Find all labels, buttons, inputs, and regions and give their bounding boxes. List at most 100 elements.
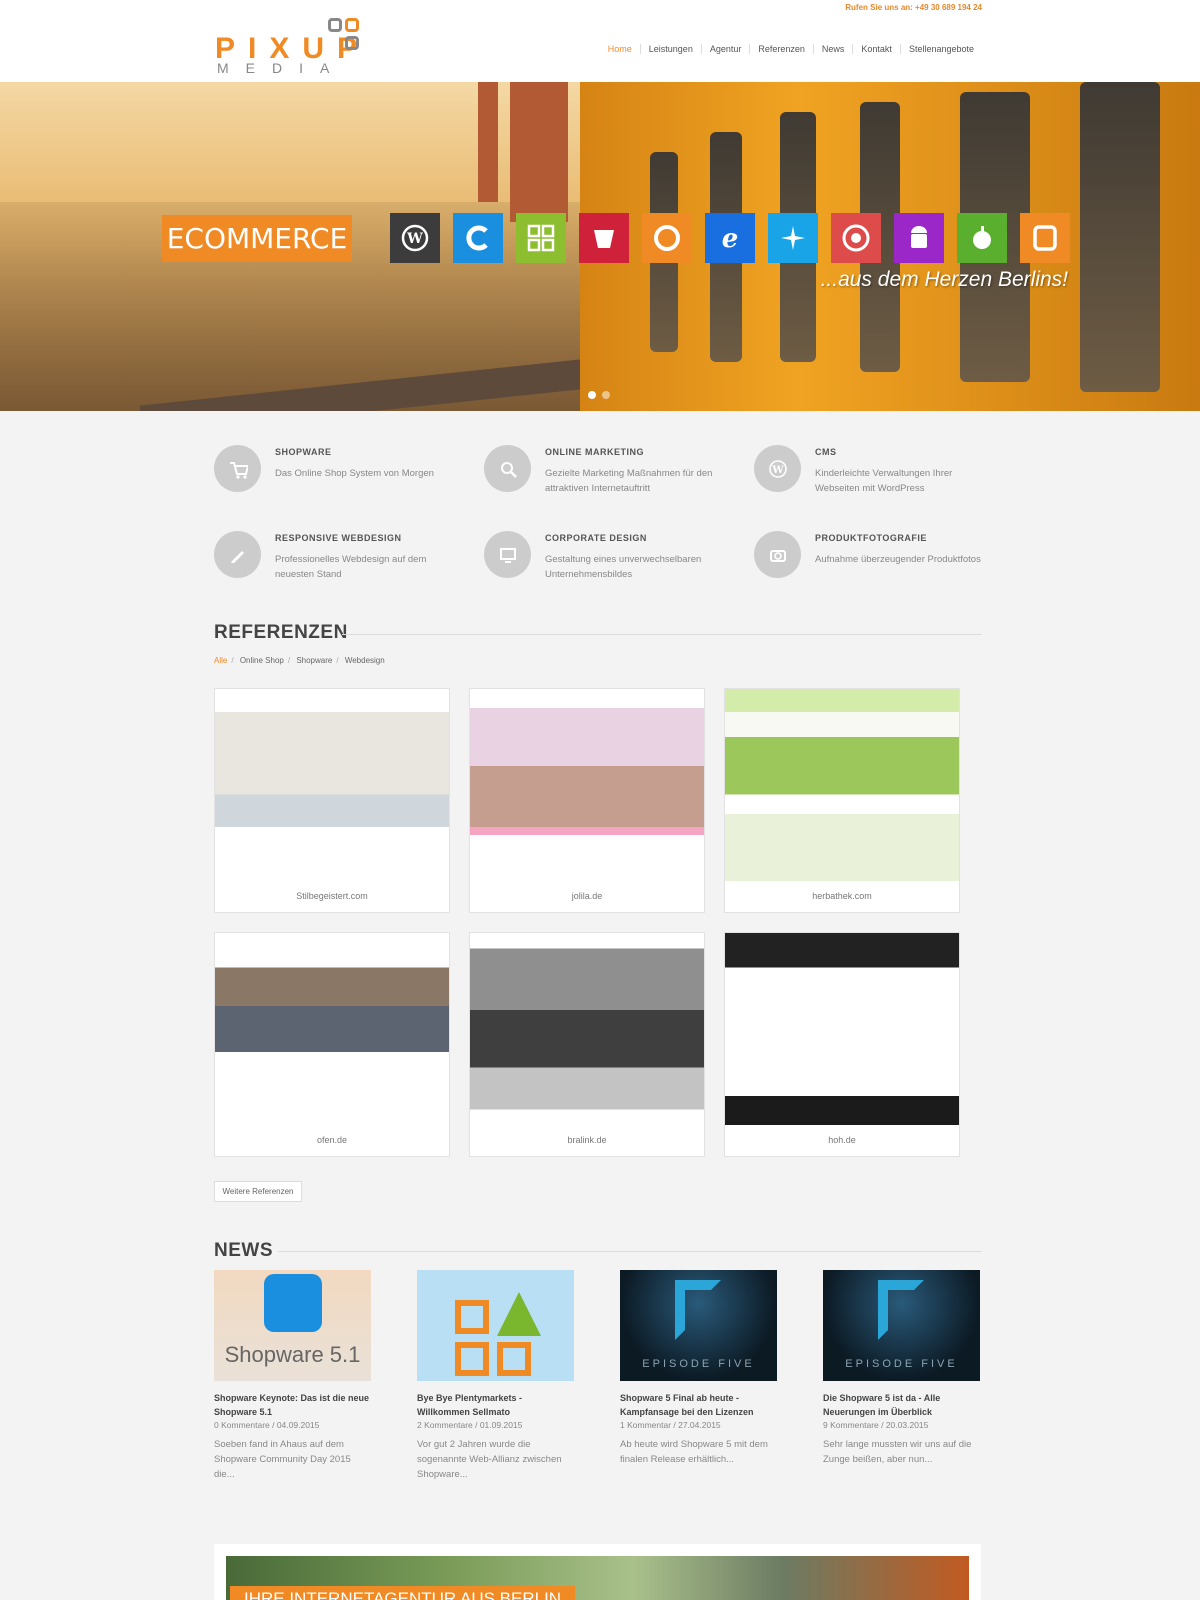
hero-slider[interactable]: ECOMMERCE We ...aus dem Herzen Berlins! xyxy=(0,82,1200,411)
pencil-icon xyxy=(230,550,244,563)
filter-shopware[interactable]: Shopware xyxy=(296,656,332,665)
nav-kontakt[interactable]: Kontakt xyxy=(852,44,900,54)
service-text: Kinderleichte Verwaltungen Ihrer Webseit… xyxy=(815,468,953,494)
nav-news[interactable]: News xyxy=(812,44,853,54)
reference-card[interactable]: herbathek.com xyxy=(724,688,960,913)
more-references-button[interactable]: Weitere Referenzen xyxy=(214,1181,302,1202)
service-icon-circle xyxy=(484,531,531,578)
svg-text:W: W xyxy=(406,231,423,247)
tech-tile xyxy=(831,213,881,263)
reference-screenshot[interactable] xyxy=(725,933,959,1125)
slider-dot[interactable] xyxy=(588,391,596,399)
service-icon-circle xyxy=(484,445,531,492)
shopware-icon xyxy=(264,1274,322,1332)
service-text: Gestaltung eines unverwechselbaren Unter… xyxy=(545,554,702,580)
reference-filter: Alle / Online Shop / Shopware / Webdesign xyxy=(214,656,385,665)
news-thumbnail[interactable]: EPISODE FIVE xyxy=(620,1270,777,1381)
news-meta: 9 Kommentare / 20.03.2015 xyxy=(823,1420,929,1430)
gulp-icon xyxy=(594,230,614,248)
service-title: PRODUKTFOTOGRAFIE xyxy=(815,533,927,543)
services-grid: SHOPWARE Das Online Shop System von Morge… xyxy=(214,445,994,582)
reference-caption[interactable]: herbathek.com xyxy=(725,881,959,913)
reference-caption[interactable]: bralink.de xyxy=(470,1125,704,1157)
nav-stellenangebote[interactable]: Stellenangebote xyxy=(899,44,982,54)
android-icon xyxy=(911,226,927,248)
news-meta: 2 Kommentare / 01.09.2015 xyxy=(417,1420,523,1430)
news-title[interactable]: Shopware 5 Final ab heute - Kampfansage … xyxy=(620,1391,777,1419)
reference-caption[interactable]: Stilbegeistert.com xyxy=(215,881,449,913)
tower-right xyxy=(510,82,568,222)
shopware-5-logo xyxy=(878,1280,924,1340)
slider-dot[interactable] xyxy=(602,391,610,399)
hero-tagline: ...aus dem Herzen Berlins! xyxy=(820,268,1068,291)
logo[interactable]: PIXUP MEDIA xyxy=(215,18,365,78)
logo-squares-icon xyxy=(328,18,360,54)
service-title: CORPORATE DESIGN xyxy=(545,533,647,543)
news-thumb-text: EPISODE FIVE xyxy=(642,1358,755,1370)
shopware-icon xyxy=(466,225,488,251)
service-title: CMS xyxy=(815,447,837,457)
news-excerpt: Vor gut 2 Jahren wurde die sogenannte We… xyxy=(417,1439,562,1480)
service-item[interactable]: ONLINE MARKETING Gezielte Marketing Maßna… xyxy=(484,445,744,496)
service-title: SHOPWARE xyxy=(275,447,332,457)
reference-screenshot[interactable] xyxy=(470,933,704,1125)
news-heading: NEWS xyxy=(214,1240,273,1261)
reference-caption[interactable]: hoh.de xyxy=(725,1125,959,1157)
nav-leistungen[interactable]: Leistungen xyxy=(639,44,701,54)
reference-card[interactable]: bralink.de xyxy=(469,932,705,1157)
news-title[interactable]: Shopware Keynote: Das ist die neue Shopw… xyxy=(214,1391,371,1419)
news-item: EPISODE FIVE Die Shopware 5 ist da - Alle… xyxy=(823,1270,980,1482)
reference-card[interactable]: hoh.de xyxy=(724,932,960,1157)
news-item: Shopware 5.1 Shopware Keynote: Das ist di… xyxy=(214,1270,371,1482)
reference-card[interactable]: ofen.de xyxy=(214,932,450,1157)
news-item: EPISODE FIVE Shopware 5 Final ab heute - … xyxy=(620,1270,777,1482)
reference-card[interactable]: Stilbegeistert.com xyxy=(214,688,450,913)
reference-caption[interactable]: jolila.de xyxy=(470,881,704,913)
reference-caption[interactable]: ofen.de xyxy=(215,1125,449,1157)
news-title[interactable]: Die Shopware 5 ist da - Alle Neuerungen … xyxy=(823,1391,980,1419)
filter-online-shop[interactable]: Online Shop xyxy=(240,656,284,665)
filter-webdesign[interactable]: Webdesign xyxy=(345,656,385,665)
green-triangle xyxy=(497,1292,541,1336)
service-item[interactable]: SHOPWARE Das Online Shop System von Morge… xyxy=(214,445,474,496)
tablet-icon xyxy=(1033,225,1057,251)
news-thumbnail[interactable]: EPISODE FIVE xyxy=(823,1270,980,1381)
service-text: Professionelles Webdesign auf dem neuest… xyxy=(275,554,427,580)
service-text: Aufnahme überzeugender Produktfotos xyxy=(815,554,981,565)
tech-tile xyxy=(1020,213,1070,263)
shopware-5-logo xyxy=(675,1280,721,1340)
reference-screenshot[interactable] xyxy=(725,689,959,881)
reference-screenshot[interactable] xyxy=(215,933,449,1125)
reference-screenshot[interactable] xyxy=(470,689,704,881)
agency-banner-label: IHRE INTERNETAGENTUR AUS BERLIN xyxy=(230,1586,576,1600)
news-excerpt: Sehr lange mussten wir uns auf die Zunge… xyxy=(823,1439,972,1465)
service-item[interactable]: RESPONSIVE WEBDESIGN Professionelles Webd… xyxy=(214,531,474,582)
service-item[interactable]: PRODUKTFOTOGRAFIE Aufnahme überzeugender … xyxy=(754,531,1014,582)
monitor-icon xyxy=(499,547,516,563)
nav-home[interactable]: Home xyxy=(600,44,640,54)
grid-icon xyxy=(527,224,555,252)
news-thumbnail[interactable] xyxy=(417,1270,574,1381)
nav-referenzen[interactable]: Referenzen xyxy=(749,44,813,54)
nav-agentur[interactable]: Agentur xyxy=(700,44,750,54)
tech-tile xyxy=(957,213,1007,263)
orange-squares xyxy=(455,1342,489,1376)
phone-number[interactable]: Rufen Sie uns an: +49 30 689 194 24 xyxy=(845,3,982,12)
reference-card[interactable]: jolila.de xyxy=(469,688,705,913)
service-title: ONLINE MARKETING xyxy=(545,447,644,457)
tech-tile xyxy=(642,213,692,263)
service-icon-circle xyxy=(754,531,801,578)
reference-screenshot[interactable] xyxy=(215,689,449,881)
service-item[interactable]: W CMS Kinderleichte Verwaltungen Ihrer Web… xyxy=(754,445,1014,496)
tech-tile: e xyxy=(705,213,755,263)
service-item[interactable]: CORPORATE DESIGN Gestaltung eines unverwe… xyxy=(484,531,744,582)
filter-alle[interactable]: Alle xyxy=(214,656,227,665)
news-excerpt: Ab heute wird Shopware 5 mit dem finalen… xyxy=(620,1439,768,1465)
tech-tile xyxy=(516,213,566,263)
tech-tile xyxy=(579,213,629,263)
news-thumbnail[interactable]: Shopware 5.1 xyxy=(214,1270,371,1381)
section-divider xyxy=(342,634,982,635)
news-title[interactable]: Bye Bye Plentymarkets - Willkommen Sellm… xyxy=(417,1391,574,1419)
service-title: RESPONSIVE WEBDESIGN xyxy=(275,533,402,543)
svg-text:e: e xyxy=(722,224,739,254)
